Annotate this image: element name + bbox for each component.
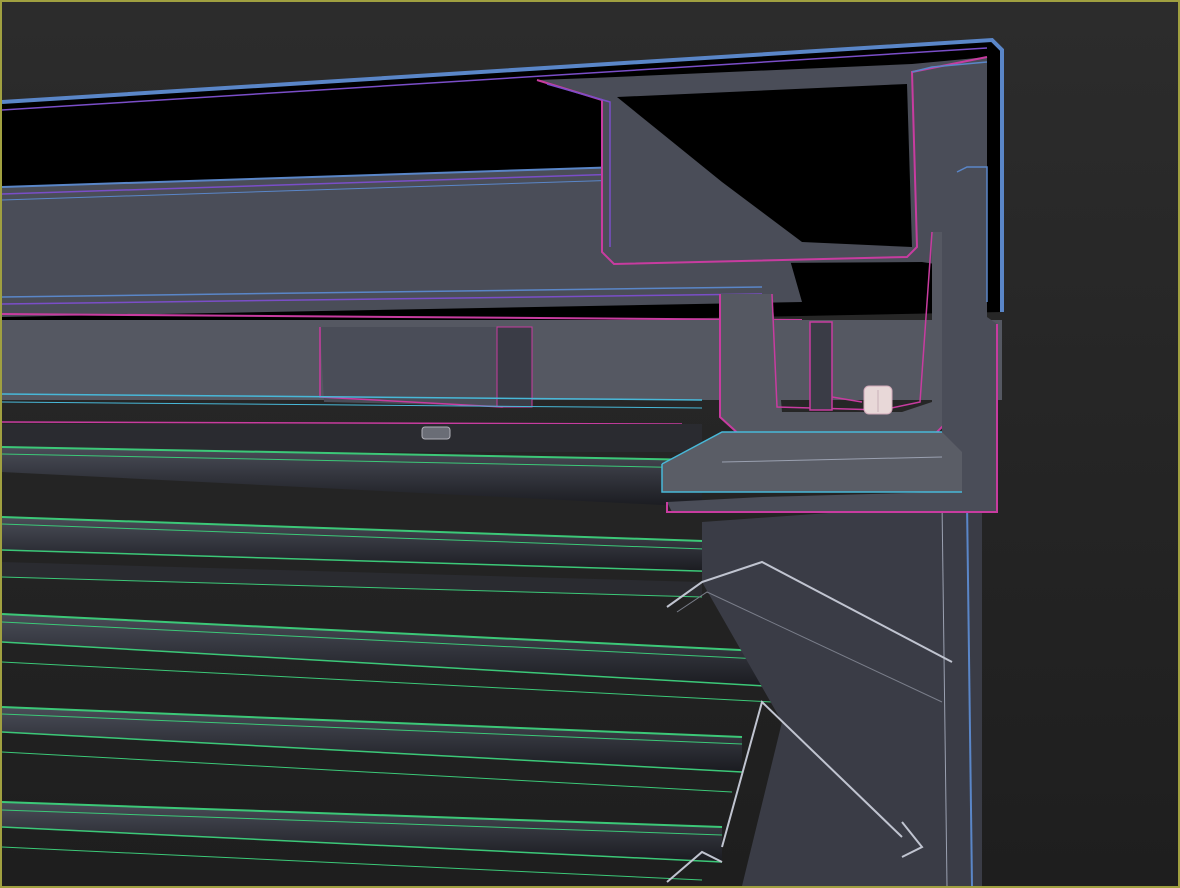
hex-bolt-icon (421, 426, 451, 440)
c-channel-rail (536, 56, 988, 272)
hex-nut-icon (863, 385, 893, 415)
3d-viewport[interactable] (0, 0, 1180, 888)
mounting-block (319, 326, 533, 408)
scene-render (2, 2, 1178, 886)
